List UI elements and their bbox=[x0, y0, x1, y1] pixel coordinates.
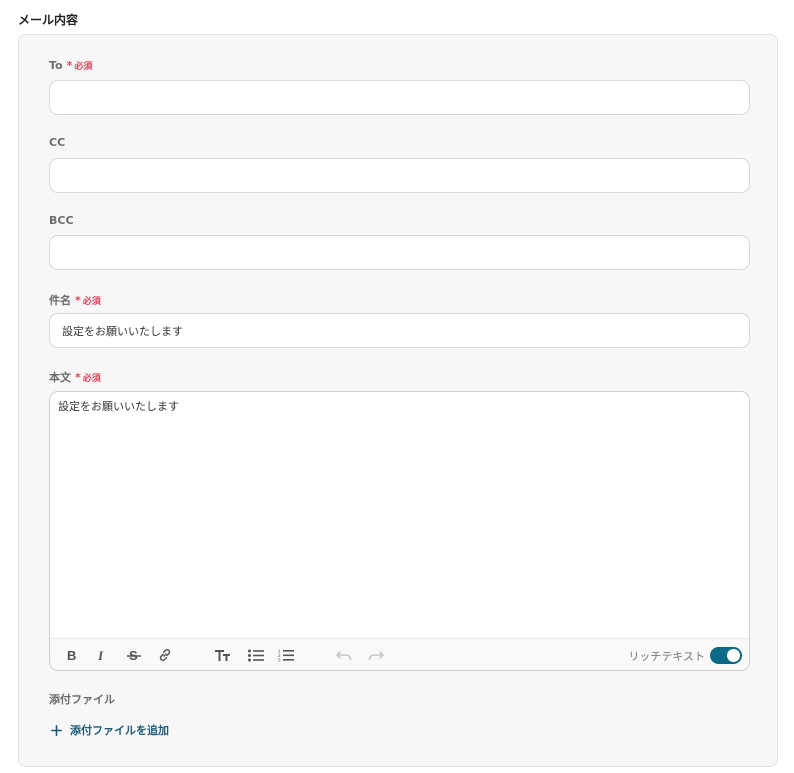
cc-label-text: CC bbox=[49, 136, 66, 149]
cc-label: CC bbox=[49, 136, 65, 149]
add-attachment-label: 添付ファイルを追加 bbox=[70, 724, 169, 737]
attachments-label-text: 添付ファイル bbox=[49, 693, 115, 706]
subject-label: 件名 * 必須 bbox=[49, 292, 101, 308]
italic-icon[interactable]: I bbox=[94, 647, 110, 663]
undo-icon[interactable] bbox=[336, 647, 352, 663]
subject-input[interactable]: 設定をお願いいたします bbox=[49, 313, 750, 348]
required-star-icon: * bbox=[66, 59, 73, 72]
to-label-text: To bbox=[49, 59, 63, 72]
text-size-icon[interactable] bbox=[215, 647, 231, 663]
to-label: To * 必須 bbox=[49, 59, 92, 72]
section-title: メール内容 bbox=[18, 13, 79, 27]
svg-text:I: I bbox=[97, 649, 104, 662]
svg-text:B: B bbox=[67, 649, 76, 662]
rich-text-label: リッチテキスト bbox=[628, 650, 705, 663]
required-badge: * 必須 bbox=[75, 370, 101, 384]
cc-input[interactable] bbox=[49, 158, 750, 193]
editor-toolbar: B I S 123 bbox=[50, 638, 749, 670]
redo-icon[interactable] bbox=[368, 647, 384, 663]
toggle-knob bbox=[727, 649, 740, 662]
rich-text-toggle[interactable] bbox=[710, 647, 742, 664]
plus-icon bbox=[51, 724, 62, 736]
bcc-label-text: BCC bbox=[49, 214, 74, 227]
bullet-list-icon[interactable] bbox=[248, 647, 264, 663]
required-star-icon: * bbox=[75, 370, 81, 384]
mail-content-panel: To * 必須 CC BCC 件名 * 必須 設定をお願いいたします 本文 * 必須 … bbox=[18, 34, 778, 767]
required-badge: * 必須 bbox=[66, 59, 93, 72]
required-star-icon: * bbox=[75, 293, 81, 307]
numbered-list-icon[interactable]: 123 bbox=[278, 647, 294, 663]
body-label: 本文 * 必須 bbox=[49, 369, 101, 385]
attachments-label: 添付ファイル bbox=[49, 691, 115, 707]
body-editor-text[interactable]: 設定をお願いいたします bbox=[58, 398, 179, 414]
to-input[interactable] bbox=[49, 80, 750, 115]
svg-text:3: 3 bbox=[278, 658, 281, 663]
bcc-input[interactable] bbox=[49, 235, 750, 270]
body-editor[interactable]: 設定をお願いいたします B I S 123 bbox=[49, 391, 750, 671]
strikethrough-icon[interactable]: S bbox=[126, 647, 142, 663]
required-badge: * 必須 bbox=[75, 293, 101, 307]
link-icon[interactable] bbox=[157, 647, 173, 663]
bcc-label: BCC bbox=[49, 214, 74, 227]
bold-icon[interactable]: B bbox=[64, 647, 80, 663]
body-label-text: 本文 bbox=[49, 371, 71, 384]
add-attachment-button[interactable]: 添付ファイルを追加 bbox=[51, 722, 169, 738]
subject-label-text: 件名 bbox=[49, 294, 71, 307]
